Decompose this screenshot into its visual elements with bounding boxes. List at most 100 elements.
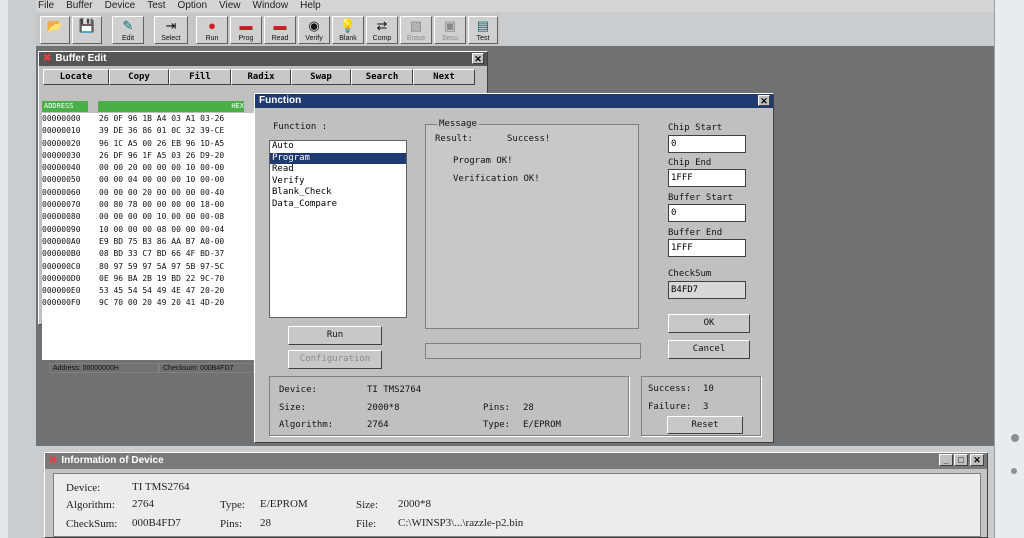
run-button[interactable]: ● Run — [196, 16, 228, 44]
power-led — [1011, 434, 1019, 442]
locate-button[interactable]: Locate — [43, 69, 109, 85]
run-button[interactable]: Run — [288, 326, 382, 345]
buffer-edit-titlebar[interactable]: ✖ Buffer Edit ✕ — [39, 52, 487, 66]
select-icon: ⇥ — [165, 18, 177, 33]
info-checksum-value: 000B4FD7 — [132, 517, 181, 529]
message-line: Verification OK! — [453, 174, 540, 184]
hex-row[interactable]: 000000D0 0E 96 BA 2B 19 BD 22 9C-70 — [42, 273, 254, 285]
toolbar: 📂 💾 ✎ Edit ⇥ Select ● Run ▬ Prog ▬ Read ◉ Veri… — [36, 13, 500, 47]
hex-row-bytes: 80 97 59 97 5A 97 5B 97-5C — [99, 261, 225, 271]
program-button[interactable]: ▬ Prog — [230, 16, 262, 44]
menu-view[interactable]: View — [219, 0, 241, 11]
edit-button[interactable]: ✎ Edit — [112, 16, 144, 44]
hex-row[interactable]: 00000060 00 00 00 20 00 00 00 00-40 — [42, 187, 254, 199]
function-dialog: Function ✕ Function : Auto Program Read Ver… — [254, 93, 774, 443]
pins-value: 28 — [523, 403, 534, 413]
menu-option[interactable]: Option — [178, 0, 207, 11]
hex-row-bytes: 00 00 04 00 00 00 10 00-00 — [99, 175, 225, 185]
copy-button[interactable]: Copy — [109, 69, 169, 85]
chip-end-field[interactable]: 1FFF — [668, 169, 746, 187]
hex-row[interactable]: 00000050 00 00 04 00 00 00 10 00-00 — [42, 174, 254, 186]
reset-button[interactable]: Reset — [667, 416, 743, 434]
hex-row-address: 00000080 — [42, 212, 81, 222]
hex-row[interactable]: 000000E0 53 45 54 54 49 4E 47 20-20 — [42, 285, 254, 297]
hex-grid[interactable]: 00000000 26 0F 96 1B A4 03 A1 03-26 000000… — [42, 113, 254, 360]
chip-start-field[interactable]: 0 — [668, 135, 746, 153]
program-icon: ▬ — [239, 18, 253, 33]
success-count: 10 — [703, 384, 714, 394]
info-checksum-label: CheckSum: — [66, 518, 118, 530]
buffer-edit-title: Buffer Edit — [55, 53, 107, 64]
select-button[interactable]: ⇥ Select — [154, 16, 188, 44]
menu-window[interactable]: Window — [253, 0, 289, 11]
next-button[interactable]: Next — [413, 69, 475, 85]
blank-button[interactable]: 💡 Blank — [332, 16, 364, 44]
maximize-icon[interactable]: □ — [954, 454, 968, 466]
verify-button[interactable]: ◉ Verify — [298, 16, 330, 44]
open-button[interactable]: 📂 — [40, 16, 70, 44]
result-label: Result: — [435, 134, 473, 144]
test-button[interactable]: ▤ Test — [468, 16, 498, 44]
close-icon[interactable]: ✕ — [970, 454, 984, 466]
hex-row[interactable]: 00000020 96 1C A5 00 26 EB 96 1D-A5 — [42, 138, 254, 150]
function-dialog-titlebar[interactable]: Function ✕ — [255, 94, 773, 108]
fill-button[interactable]: Fill — [169, 69, 231, 85]
hex-row-address: 00000060 — [42, 187, 81, 197]
hex-row[interactable]: 000000B0 08 BD 33 C7 BD 66 4F BD-37 — [42, 248, 254, 260]
failure-label: Failure: — [648, 402, 692, 412]
ok-button[interactable]: OK — [668, 314, 750, 333]
menu-buffer[interactable]: Buffer — [66, 0, 93, 11]
hex-row-bytes: 26 0F 96 1B A4 03 A1 03-26 — [99, 114, 225, 123]
close-icon[interactable]: ✕ — [472, 53, 484, 64]
function-list-item[interactable]: Verify — [270, 176, 406, 188]
function-list[interactable]: Auto Program Read Verify Blank_Check Data_Com… — [269, 140, 407, 318]
compare-icon: ⇄ — [376, 18, 388, 33]
compare-button[interactable]: ⇄ Comp — [366, 16, 398, 44]
cancel-button[interactable]: Cancel — [668, 340, 750, 359]
buffer-end-field[interactable]: 1FFF — [668, 239, 746, 257]
swap-button[interactable]: Swap — [291, 69, 351, 85]
function-list-item[interactable]: Auto — [270, 141, 406, 153]
menu-test[interactable]: Test — [147, 0, 165, 11]
hex-row[interactable]: 00000080 00 00 00 00 10 00 00 00-08 — [42, 211, 254, 223]
verify-icon: ◉ — [308, 18, 320, 33]
hex-row-address: 00000070 — [42, 200, 81, 210]
buffer-start-field[interactable]: 0 — [668, 204, 746, 222]
monitor-bezel-right — [994, 0, 1024, 538]
hex-row[interactable]: 00000090 10 00 00 00 08 00 00 00-04 — [42, 224, 254, 236]
hex-row[interactable]: 00000030 26 DF 96 1F A5 03 26 D9-20 — [42, 150, 254, 162]
hex-row[interactable]: 00000010 39 DE 36 86 01 0C 32 39-CE — [42, 125, 254, 137]
read-icon: ▬ — [273, 18, 287, 33]
hex-row[interactable]: 000000F0 9C 70 00 20 49 20 41 4D-20 — [42, 297, 254, 309]
save-button[interactable]: 💾 — [72, 16, 102, 44]
device-info-titlebar[interactable]: ✖ Information of Device _ □ ✕ — [45, 453, 987, 469]
function-list-item[interactable]: Blank_Check — [270, 187, 406, 199]
info-size-label: Size: — [356, 499, 378, 511]
buffer-statusbar: Address: 00000000H Checksum: 000B4FD7 — [49, 363, 254, 373]
function-list-item[interactable]: Read — [270, 164, 406, 176]
menu-help[interactable]: Help — [300, 0, 321, 11]
hex-row[interactable]: 000000C0 80 97 59 97 5A 97 5B 97-5C — [42, 261, 254, 273]
configuration-button[interactable]: Configuration — [288, 350, 382, 369]
hex-row[interactable]: 00000000 26 0F 96 1B A4 03 A1 03-26 — [42, 113, 254, 125]
menu-bar: File Buffer Device Test Option View Window Help — [36, 0, 994, 12]
progress-bar — [425, 343, 641, 359]
hex-row-bytes: E9 BD 75 B3 86 AA B7 A0-00 — [99, 236, 225, 246]
minimize-icon[interactable]: _ — [939, 454, 953, 466]
hex-row[interactable]: 00000040 00 00 20 00 00 00 10 00-00 — [42, 162, 254, 174]
function-list-item[interactable]: Data_Compare — [270, 199, 406, 211]
info-type-value: E/EPROM — [260, 498, 308, 510]
function-list-item[interactable]: Program — [270, 152, 406, 164]
hex-row[interactable]: 000000A0 E9 BD 75 B3 86 AA B7 A0-00 — [42, 236, 254, 248]
hex-row-bytes: 9C 70 00 20 49 20 41 4D-20 — [99, 298, 225, 308]
menu-file[interactable]: File — [38, 0, 54, 11]
search-button[interactable]: Search — [351, 69, 413, 85]
close-icon[interactable]: ✕ — [758, 95, 770, 106]
erase-button[interactable]: ▧ Erase — [400, 16, 432, 44]
read-button[interactable]: ▬ Read — [264, 16, 296, 44]
hex-row[interactable]: 00000070 00 80 78 00 00 00 00 18-00 — [42, 199, 254, 211]
menu-device[interactable]: Device — [105, 0, 136, 11]
security-button[interactable]: ▣ Secu — [434, 16, 466, 44]
radix-button[interactable]: Radix — [231, 69, 291, 85]
message-line: Program OK! — [453, 156, 513, 166]
